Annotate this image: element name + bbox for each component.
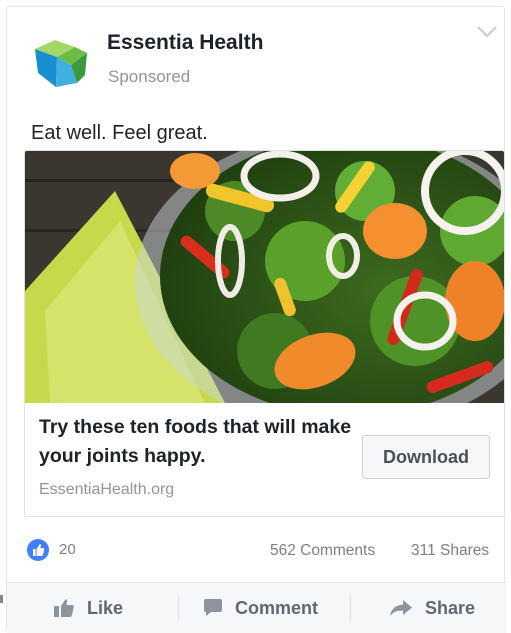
like-count[interactable]: 20 bbox=[59, 541, 76, 558]
chevron-down-icon[interactable] bbox=[476, 25, 498, 39]
comment-button[interactable]: Comment bbox=[203, 583, 318, 633]
like-badge-icon[interactable] bbox=[27, 539, 49, 561]
action-separator bbox=[178, 595, 179, 621]
comments-count[interactable]: 562 Comments bbox=[270, 542, 375, 560]
share-label: Share bbox=[425, 597, 476, 618]
ad-headline[interactable]: Try these ten foods that will make your … bbox=[39, 413, 359, 471]
essentia-health-logo[interactable] bbox=[31, 31, 93, 93]
ad-domain[interactable]: EssentiaHealth.org bbox=[39, 481, 174, 499]
post-text: Eat well. Feel great. bbox=[31, 122, 208, 144]
download-button[interactable]: Download bbox=[362, 435, 490, 479]
comment-label: Comment bbox=[235, 597, 319, 618]
comment-icon bbox=[204, 599, 222, 616]
action-bar: Like Comment Share bbox=[7, 583, 506, 633]
ad-image-salad[interactable] bbox=[25, 151, 505, 403]
ad-attachment[interactable]: Try these ten foods that will make your … bbox=[24, 150, 505, 517]
action-separator bbox=[350, 595, 351, 621]
sponsored-label[interactable]: Sponsored bbox=[108, 67, 190, 87]
share-icon bbox=[390, 600, 412, 616]
left-edge-fragment bbox=[0, 595, 3, 603]
like-button[interactable]: Like bbox=[53, 583, 123, 633]
page-name[interactable]: Essentia Health bbox=[107, 31, 263, 55]
sponsored-post-card: Essentia Health Sponsored Eat well. Feel… bbox=[6, 6, 506, 633]
shares-count[interactable]: 311 Shares bbox=[411, 542, 489, 560]
thumbs-up-icon bbox=[33, 544, 45, 556]
thumbs-up-icon bbox=[54, 599, 74, 617]
share-button[interactable]: Share bbox=[389, 583, 475, 633]
like-label: Like bbox=[87, 597, 124, 618]
